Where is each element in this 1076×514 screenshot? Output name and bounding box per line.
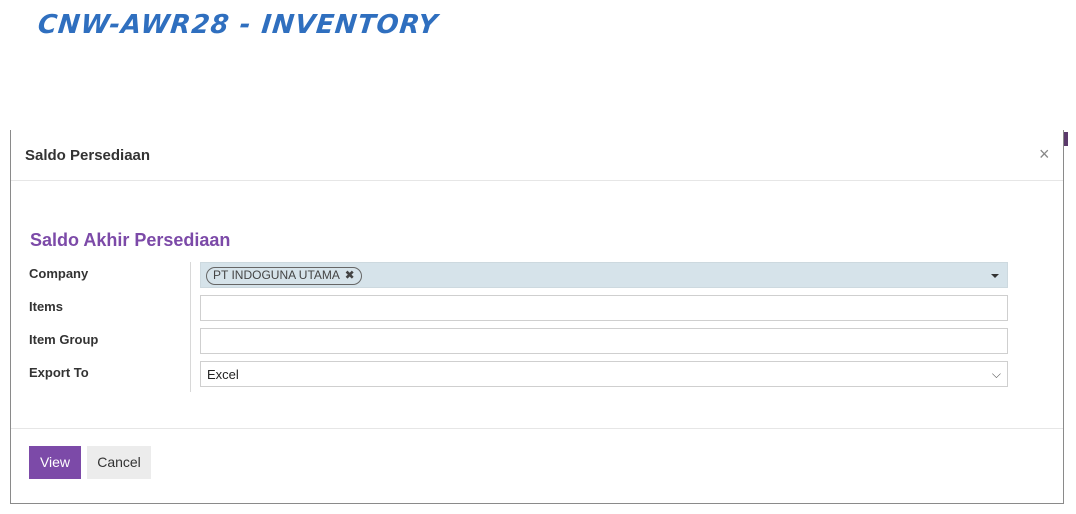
company-label: Company xyxy=(29,266,89,281)
background-accent-edge xyxy=(1064,132,1068,146)
view-button[interactable]: View xyxy=(29,446,81,479)
modal-dialog: Saldo Persediaan × Saldo Akhir Persediaa… xyxy=(10,130,1064,504)
modal-title: Saldo Persediaan xyxy=(25,147,151,164)
item-group-label: Item Group xyxy=(29,332,99,347)
modal-header: Saldo Persediaan × xyxy=(11,130,1063,181)
annotation-title: CNW-AWR28 - INVENTORY xyxy=(36,10,440,40)
company-select[interactable]: PT INDOGUNA UTAMA ✖ xyxy=(200,262,1008,288)
cancel-button[interactable]: Cancel xyxy=(87,446,151,479)
items-label: Items xyxy=(29,299,63,314)
footer-divider xyxy=(11,428,1063,429)
company-tag: PT INDOGUNA UTAMA ✖ xyxy=(206,267,362,285)
export-to-value: Excel xyxy=(207,367,239,382)
export-to-select[interactable]: Excel ⌵ xyxy=(200,361,1008,387)
close-icon[interactable]: × xyxy=(1039,144,1050,165)
export-to-label: Export To xyxy=(29,365,89,380)
caret-down-icon[interactable] xyxy=(991,274,999,278)
form-separator xyxy=(190,262,191,392)
items-input[interactable] xyxy=(200,295,1008,321)
section-title: Saldo Akhir Persediaan xyxy=(30,230,231,250)
item-group-input[interactable] xyxy=(200,328,1008,354)
chevron-down-icon: ⌵ xyxy=(991,367,1001,381)
remove-tag-icon[interactable]: ✖ xyxy=(345,268,355,282)
company-tag-label: PT INDOGUNA UTAMA xyxy=(213,268,340,282)
